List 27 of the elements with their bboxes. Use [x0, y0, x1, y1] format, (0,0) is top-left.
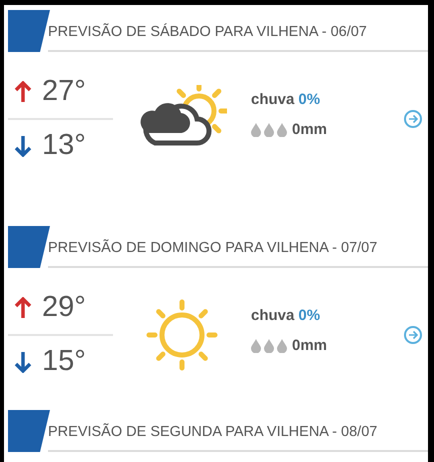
rain-chance: 0%: [298, 90, 320, 110]
sun-icon: [144, 297, 220, 373]
rain-label: chuva: [251, 306, 294, 326]
raindrop-icon: [277, 123, 287, 138]
high-temperature: 27°: [42, 74, 86, 110]
rain-amount: 0mm: [292, 120, 328, 140]
raindrop-icon: [251, 339, 261, 354]
section-header: PREVISÃO DE SEGUNDA PARA VILHENA - 08/07: [48, 422, 428, 452]
section-header: PREVISÃO DE DOMINGO PARA VILHENA - 07/07: [48, 238, 428, 268]
tab-flag-icon: [8, 410, 50, 452]
down-arrow-icon: [14, 135, 32, 157]
low-temperature: 13°: [42, 128, 86, 164]
rain-amount: 0mm: [292, 336, 328, 356]
section-header: PREVISÃO DE SÁBADO PARA VILHENA - 06/07: [48, 22, 428, 52]
high-temperature: 29°: [42, 290, 86, 326]
raindrop-icon: [277, 339, 287, 354]
down-arrow-icon: [14, 351, 32, 373]
rain-chance: 0%: [298, 306, 320, 326]
raindrop-icon: [264, 339, 274, 354]
up-arrow-icon: [14, 297, 32, 319]
raindrop-icon: [264, 123, 274, 138]
tab-flag-icon: [8, 10, 50, 52]
low-temperature: 15°: [42, 344, 86, 380]
up-arrow-icon: [14, 81, 32, 103]
tab-flag-icon: [8, 226, 50, 268]
raindrop-icon: [251, 123, 261, 138]
rain-label: chuva: [251, 90, 294, 110]
